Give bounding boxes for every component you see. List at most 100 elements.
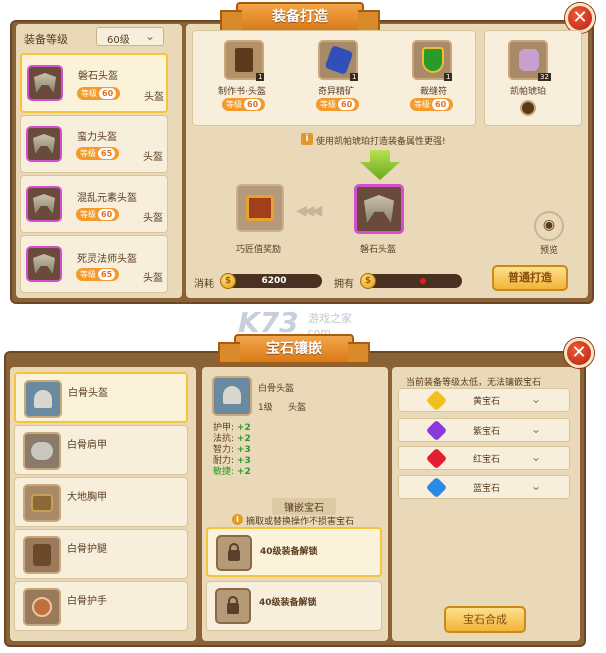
- shoulder-armor-icon: [23, 432, 61, 470]
- red-gem-icon: [425, 447, 448, 470]
- forge-close-button[interactable]: ✕: [565, 3, 595, 33]
- material-item[interactable]: 1 裁缝符 等级 60: [408, 40, 464, 122]
- forge-button[interactable]: 普通打造: [492, 265, 568, 291]
- info-icon: i: [232, 514, 243, 525]
- blue-gem-icon: [425, 476, 448, 499]
- chest-armor-icon: [23, 484, 61, 522]
- equip-item[interactable]: 白骨护腿: [14, 529, 188, 579]
- purple-gem-icon: [425, 419, 448, 442]
- equip-item[interactable]: 白骨头盔: [14, 372, 188, 423]
- forge-item[interactable]: 蛮力头盔 等级 65 头盔: [20, 115, 168, 173]
- forge-item-type: 头盔: [143, 273, 163, 284]
- equip-name: 白骨护手: [67, 596, 107, 607]
- chevron-down-icon: ⌄: [144, 29, 155, 43]
- socket-title: 镶嵌宝石: [272, 498, 336, 515]
- forge-item-type: 头盔: [143, 152, 163, 163]
- detail-type: 头盔: [288, 403, 307, 413]
- forge-item-name: 蛮力头盔: [77, 132, 117, 143]
- result-label: 磐石头盔: [360, 245, 397, 255]
- level-select[interactable]: 60级 ⌄: [96, 27, 164, 46]
- material-count: 1: [256, 73, 265, 81]
- material-count: 1: [350, 73, 359, 81]
- level-tag: 等级 60: [76, 208, 120, 221]
- equip-name: 白骨肩甲: [67, 440, 107, 451]
- chevron-down-icon: ⌄: [530, 422, 541, 436]
- eye-icon[interactable]: ◉: [534, 211, 564, 241]
- gem-type-row[interactable]: 红宝石 ⌄: [398, 446, 570, 470]
- chevron-down-icon: ⌄: [530, 450, 541, 464]
- gem-type-row[interactable]: 黄宝石 ⌄: [398, 388, 570, 412]
- helmet-icon: [26, 246, 62, 282]
- gold-coin-icon: $: [360, 273, 376, 289]
- equip-item[interactable]: 大地胸甲: [14, 477, 188, 527]
- lock-icon: [215, 588, 251, 624]
- forge-item-name: 混乱元素头盔: [77, 193, 137, 204]
- equip-item[interactable]: 白骨肩甲: [14, 425, 188, 475]
- gem-warning: 当前装备等级太低，无法镶嵌宝石: [406, 378, 542, 388]
- level-tag: 等级 60: [316, 98, 360, 111]
- gauntlet-icon: [23, 588, 61, 626]
- material-name: 奇异精矿: [318, 87, 355, 97]
- gem-type-row[interactable]: 紫宝石 ⌄: [398, 418, 570, 442]
- level-select-value: 60级: [107, 35, 130, 46]
- equip-item[interactable]: 白骨护手: [14, 581, 188, 631]
- result-helmet-icon[interactable]: [354, 184, 404, 234]
- arrow-left-icon: ◀◀◀: [296, 203, 322, 219]
- gem-type-name: 红宝石: [473, 455, 501, 465]
- info-icon: i: [301, 133, 313, 145]
- equip-name: 白骨护腿: [67, 544, 107, 555]
- level-label: 装备等级: [24, 33, 68, 46]
- helmet-icon: [26, 126, 62, 162]
- gem-title: 宝石镶嵌: [218, 334, 370, 364]
- socket-label: 40级装备解锁: [260, 547, 318, 557]
- forge-item-name: 死灵法师头盔: [77, 254, 137, 265]
- gold-coin-icon: $: [220, 273, 236, 289]
- material-name: 裁缝符: [420, 87, 448, 97]
- yellow-gem-icon: [425, 389, 448, 412]
- equip-name: 大地胸甲: [67, 492, 107, 503]
- helmet-icon: [26, 186, 62, 222]
- lock-icon: [216, 535, 252, 571]
- detail-level: 1级: [258, 403, 273, 413]
- cost-label: 消耗: [194, 279, 214, 290]
- level-tag: 等级 60: [222, 98, 266, 111]
- gem-close-button[interactable]: ✕: [564, 338, 594, 368]
- cost-value: 6200: [261, 276, 287, 286]
- leg-armor-icon: [23, 536, 61, 574]
- material-count: 1: [444, 73, 453, 81]
- equip-name: 白骨头盔: [68, 388, 108, 399]
- amber-item[interactable]: 32 凯帕琥珀: [508, 40, 564, 122]
- socket-slot[interactable]: 40级装备解锁: [206, 581, 382, 631]
- socket-label: 40级装备解锁: [259, 598, 317, 608]
- amber-toggle[interactable]: [520, 100, 536, 116]
- forge-item[interactable]: 混乱元素头盔 等级 60 头盔: [20, 175, 168, 233]
- gem-type-name: 黄宝石: [473, 397, 501, 407]
- detail-helmet-icon: [212, 376, 252, 416]
- forge-item[interactable]: 磐石头盔 等级 60 头盔: [20, 53, 168, 113]
- stat-row: 敏捷: +2: [213, 467, 251, 477]
- material-name: 制作书·头盔: [218, 87, 266, 97]
- socket-slot[interactable]: 40级装备解锁: [206, 527, 382, 577]
- level-tag: 等级 65: [76, 268, 120, 281]
- material-item[interactable]: 1 制作书·头盔 等级 60: [218, 40, 276, 122]
- amber-name: 凯帕琥珀: [510, 87, 547, 97]
- own-bar: [366, 274, 462, 288]
- forge-item-name: 磐石头盔: [78, 71, 118, 82]
- gem-type-name: 蓝宝石: [473, 484, 501, 494]
- own-label: 拥有: [334, 279, 354, 290]
- chest-icon[interactable]: [236, 184, 284, 232]
- level-tag: 等级 60: [410, 98, 454, 111]
- forge-item-type: 头盔: [144, 92, 164, 103]
- combine-button[interactable]: 宝石合成: [444, 606, 526, 633]
- forge-item[interactable]: 死灵法师头盔 等级 65 头盔: [20, 235, 168, 293]
- material-item[interactable]: 1 奇异精矿 等级 60: [314, 40, 370, 122]
- cost-bar: 6200: [226, 274, 322, 288]
- gem-type-row[interactable]: 蓝宝石 ⌄: [398, 475, 570, 499]
- preview-label: 预览: [540, 246, 559, 256]
- amber-hint: 使用凯帕琥珀打造装备属性更强!: [316, 137, 446, 147]
- reward-label: 巧匠值奖励: [236, 245, 282, 255]
- chevron-down-icon: ⌄: [530, 392, 541, 406]
- socket-hint: 摘取或替换操作不损害宝石: [246, 517, 355, 527]
- amber-count: 32: [538, 73, 551, 81]
- helmet-icon: [27, 65, 63, 101]
